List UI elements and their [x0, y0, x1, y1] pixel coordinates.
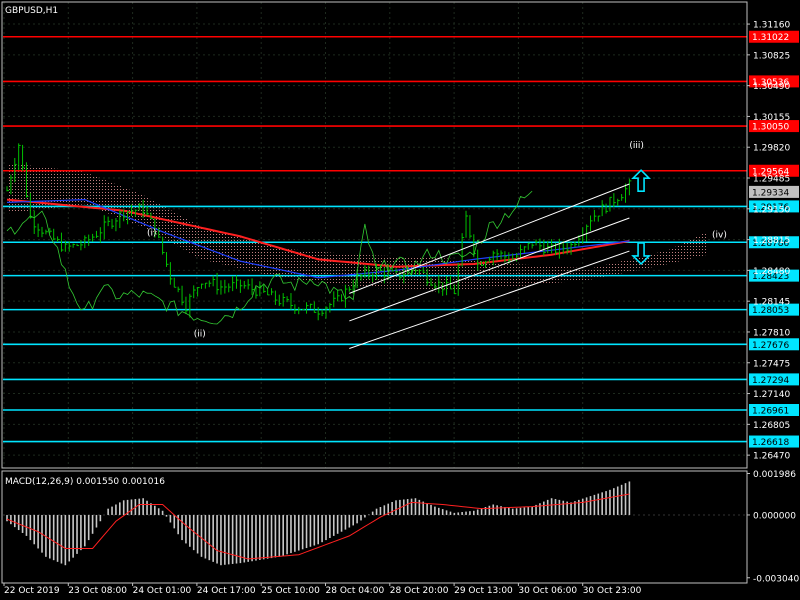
current-price-label: 1.29334	[752, 188, 789, 198]
price-tick-label: 1.27810	[753, 328, 790, 338]
price-tick-label: 1.29485	[753, 175, 790, 185]
wave-label-2: (iii)	[629, 141, 644, 151]
time-tick-label: 25 Oct 10:00	[261, 586, 320, 596]
chart-canvas: 1.310221.305361.300501.295641.291761.287…	[1, 1, 799, 596]
price-tick-label: 1.28145	[753, 298, 790, 308]
support-label-6: 1.26961	[752, 407, 789, 417]
price-tick-label: 1.26805	[753, 421, 790, 431]
macd-histogram	[6, 481, 631, 566]
support-label-4: 1.27676	[752, 341, 789, 351]
price-tick-label: 1.30825	[753, 51, 790, 61]
wave-label-1: (ii)	[194, 330, 206, 340]
price-tick-label: 1.29820	[753, 144, 790, 154]
price-tick-label: 1.30155	[753, 113, 790, 123]
price-tick-label: 1.30490	[753, 82, 790, 92]
price-tick-label: 1.26470	[753, 452, 790, 462]
time-tick-label: 24 Oct 17:00	[197, 586, 256, 596]
chart-title: GBPUSD,H1	[5, 6, 58, 16]
price-tick-label: 1.29150	[753, 205, 790, 215]
macd-tick-label: 0.000000	[753, 511, 796, 521]
time-tick-label: 23 Oct 08:00	[68, 586, 127, 596]
main-frame	[1, 1, 748, 469]
macd-title: MACD(12,26,9) 0.001550 0.001016	[5, 477, 165, 487]
time-axis: 22 Oct 2019 23 Oct 08:00 24 Oct 01:00 24 Oc…	[3, 583, 642, 596]
price-tick-label: 1.28815	[753, 236, 790, 246]
support-label-7: 1.26618	[752, 438, 789, 448]
macd-axis: 0.001986 0.000000 -0.003040	[747, 470, 799, 584]
time-tick-label: 28 Oct 20:00	[390, 586, 449, 596]
support-label-5: 1.27294	[752, 376, 789, 386]
time-tick-label: 30 Oct 06:00	[518, 586, 577, 596]
panel-frames	[1, 1, 748, 584]
wave-label-3: (iv)	[712, 230, 727, 240]
resistance-label-0: 1.31022	[752, 33, 789, 43]
wave-label-0: (i)	[147, 228, 157, 238]
price-axis: 1.31160 1.30825 1.30490 1.30155 1.29820 1.294…	[747, 21, 790, 462]
price-tick-label: 1.27140	[753, 390, 790, 400]
main-grid	[3, 2, 747, 468]
price-tick-label: 1.28480	[753, 267, 790, 277]
time-tick-label: 24 Oct 01:00	[133, 586, 192, 596]
macd-tick-label: 0.001986	[753, 470, 796, 480]
price-tick-label: 1.31160	[753, 21, 790, 31]
time-tick-label: 29 Oct 13:00	[454, 586, 513, 596]
price-tick-label: 1.27475	[753, 359, 790, 369]
resistance-label-2: 1.30050	[752, 123, 789, 133]
time-tick-label: 22 Oct 2019	[4, 586, 60, 596]
macd-frame	[1, 470, 748, 584]
time-tick-label: 28 Oct 04:00	[326, 586, 385, 596]
arrow-up-icon	[631, 169, 652, 193]
time-tick-label: 30 Oct 23:00	[583, 586, 642, 596]
macd-tick-label: -0.003040	[753, 574, 799, 584]
